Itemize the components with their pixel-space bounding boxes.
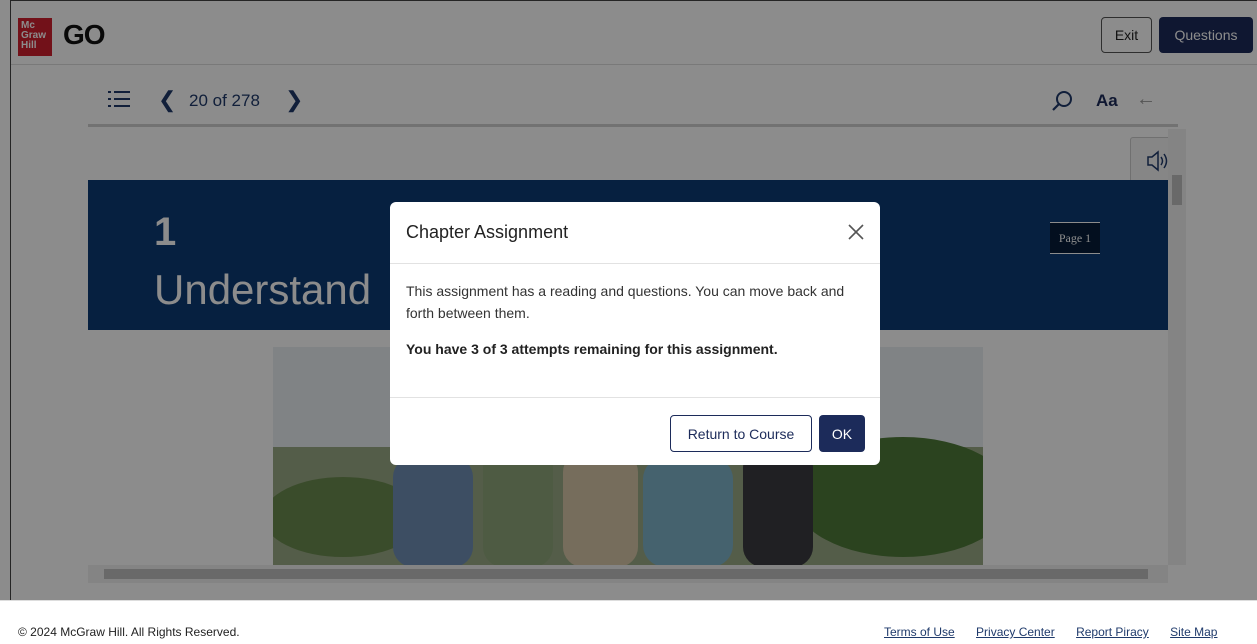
dialog-title: Chapter Assignment [406, 222, 569, 242]
page-footer: © 2024 McGraw Hill. All Rights Reserved.… [0, 600, 1257, 644]
terms-of-use-link[interactable]: Terms of Use [884, 625, 955, 639]
dialog-body: This assignment has a reading and questi… [406, 280, 866, 360]
attempts-remaining: You have 3 of 3 attempts remaining for t… [406, 341, 778, 357]
privacy-center-link[interactable]: Privacy Center [976, 625, 1055, 639]
copyright-text: © 2024 McGraw Hill. All Rights Reserved. [18, 625, 240, 639]
return-to-course-button[interactable]: Return to Course [670, 415, 812, 452]
ok-button[interactable]: OK [819, 415, 865, 452]
site-map-link[interactable]: Site Map [1170, 625, 1217, 639]
dialog-description: This assignment has a reading and questi… [406, 283, 845, 321]
dialog-header: Chapter Assignment [390, 202, 880, 264]
close-icon[interactable] [846, 222, 866, 242]
footer-links: Terms of Use Privacy Center Report Pirac… [884, 625, 1217, 639]
chapter-assignment-dialog: Chapter Assignment This assignment has a… [390, 202, 880, 465]
dialog-footer: Return to Course OK [390, 397, 880, 465]
report-piracy-link[interactable]: Report Piracy [1076, 625, 1149, 639]
